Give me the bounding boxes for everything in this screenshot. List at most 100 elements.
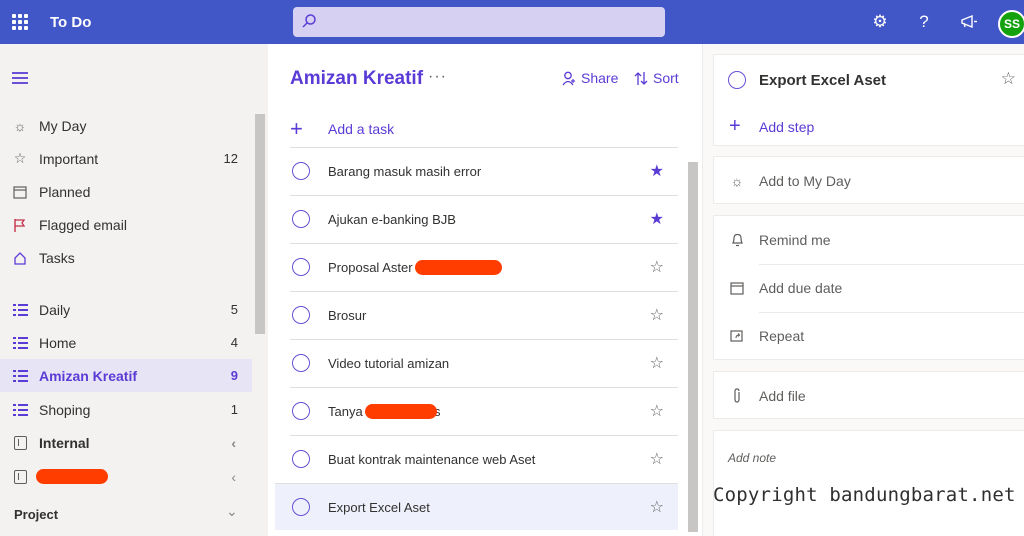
add-task-input[interactable]: + Add a task (290, 116, 394, 142)
repeat-button[interactable]: Repeat (714, 312, 1024, 360)
star-outline-icon[interactable]: ☆ (650, 305, 664, 325)
repeat-label: Repeat (759, 328, 805, 344)
help-icon[interactable]: ? (913, 11, 935, 33)
app-title[interactable]: To Do (50, 14, 91, 31)
remind-me-button[interactable]: Remind me (714, 216, 1024, 264)
sidebar-item-important[interactable]: ☆ Important 12 (0, 142, 252, 175)
add-file-button[interactable]: Add file (714, 372, 1024, 420)
avatar[interactable]: SS (998, 10, 1024, 38)
copyright-watermark: Copyright bandungbarat.net (713, 484, 1016, 506)
add-due-date-label: Add due date (759, 280, 843, 296)
redaction-mark (365, 404, 437, 419)
list-title[interactable]: Amizan Kreatif (290, 68, 423, 90)
sidebar-group-redacted[interactable]: ‹ (0, 460, 252, 493)
waffle-icon[interactable] (12, 14, 28, 30)
star-icon: ☆ (13, 150, 27, 166)
star-filled-icon[interactable]: ★ (650, 209, 664, 229)
task-row[interactable]: Tanya s ☆ (290, 387, 678, 434)
add-to-my-day-button[interactable]: ☼ Add to My Day (714, 157, 1024, 205)
sidebar-list-amizan-kreatif[interactable]: Amizan Kreatif 9 (0, 359, 252, 392)
redaction-mark (415, 260, 502, 275)
add-note-input[interactable]: Add note (728, 451, 776, 465)
complete-checkbox[interactable] (292, 354, 310, 372)
chevron-left-icon[interactable]: ‹ (231, 435, 236, 451)
add-due-date-button[interactable]: Add due date (714, 264, 1024, 312)
list-icon (12, 335, 28, 351)
star-filled-icon[interactable]: ★ (650, 161, 664, 181)
star-outline-icon[interactable]: ☆ (650, 449, 664, 469)
star-outline-icon[interactable]: ☆ (650, 401, 664, 421)
task-row[interactable]: Proposal Aster ☆ (290, 243, 678, 290)
item-count: 4 (230, 335, 238, 350)
task-row[interactable]: Buat kontrak maintenance web Aset ☆ (290, 435, 678, 482)
star-outline-icon[interactable]: ☆ (1001, 69, 1016, 89)
hamburger-menu-icon[interactable] (12, 72, 28, 87)
complete-checkbox[interactable] (292, 258, 310, 276)
add-to-my-day-label: Add to My Day (759, 173, 851, 189)
share-label: Share (581, 70, 619, 86)
complete-checkbox[interactable] (292, 162, 310, 180)
chevron-left-icon[interactable]: ‹ (231, 469, 236, 485)
sidebar-item-label: Amizan Kreatif (39, 367, 138, 384)
item-count: 1 (230, 402, 238, 417)
sidebar-item-my-day[interactable]: ☼ My Day (0, 109, 252, 142)
sidebar-item-planned[interactable]: Planned (0, 175, 252, 208)
sidebar-item-flagged-email[interactable]: Flagged email (0, 208, 252, 241)
sidebar-item-label: Shoping (39, 401, 91, 418)
list-icon (12, 302, 28, 318)
sidebar: ☼ My Day ☆ Important 12 Planned Flagged … (0, 44, 268, 536)
list-icon (12, 368, 28, 384)
sort-button[interactable]: Sort (634, 70, 679, 86)
task-row[interactable]: Video tutorial amizan ☆ (290, 339, 678, 386)
sidebar-list-home[interactable]: Home 4 (0, 326, 252, 359)
sidebar-item-label: Planned (39, 183, 91, 200)
sidebar-list-daily[interactable]: Daily 5 (0, 293, 252, 326)
sidebar-item-label: Home (39, 334, 77, 351)
sidebar-scrollbar[interactable] (255, 114, 265, 334)
task-title: Buat kontrak maintenance web Aset (328, 451, 536, 467)
note-card[interactable]: Add note (713, 430, 1024, 536)
plus-icon: + (729, 115, 741, 137)
task-title: Export Excel Aset (328, 499, 430, 515)
home-icon (12, 250, 28, 266)
complete-checkbox[interactable] (292, 498, 310, 516)
task-title: Video tutorial amizan (328, 355, 450, 371)
task-row[interactable]: Ajukan e-banking BJB ★ (290, 195, 678, 242)
flag-icon (12, 217, 28, 233)
detail-task-title[interactable]: Export Excel Aset (759, 72, 886, 89)
section-project[interactable]: Project (14, 507, 58, 522)
sun-icon: ☼ (730, 173, 744, 189)
complete-checkbox[interactable] (292, 402, 310, 420)
task-row-selected[interactable]: Export Excel Aset ☆ (275, 483, 678, 530)
sidebar-item-label: Important (39, 150, 99, 167)
complete-checkbox[interactable] (292, 306, 310, 324)
more-options-icon[interactable]: ··· (428, 68, 447, 86)
sidebar-item-label: Tasks (39, 249, 75, 266)
star-outline-icon[interactable]: ☆ (650, 353, 664, 373)
share-button[interactable]: Share (562, 70, 618, 86)
settings-icon[interactable]: ⚙ (869, 11, 891, 33)
complete-checkbox[interactable] (292, 450, 310, 468)
sidebar-list-shoping[interactable]: Shoping 1 (0, 393, 252, 426)
megaphone-icon[interactable] (958, 11, 980, 33)
add-step-button[interactable]: + Add step (729, 115, 814, 138)
task-row[interactable]: Barang masuk masih error ★ (290, 147, 678, 194)
sidebar-item-tasks[interactable]: Tasks (0, 241, 252, 274)
top-bar: To Do ⚙ ? SS (0, 0, 1024, 44)
search-icon (302, 14, 316, 28)
redaction-mark (36, 469, 108, 484)
task-row[interactable]: Brosur ☆ (290, 291, 678, 338)
item-count: 12 (223, 151, 238, 166)
chevron-down-icon[interactable]: ⌄ (226, 503, 252, 520)
sidebar-item-label: Flagged email (39, 216, 127, 233)
task-list-pane: Amizan Kreatif ··· Share Sort + Add a ta… (268, 44, 702, 536)
calendar-icon (729, 280, 745, 296)
task-list-scrollbar[interactable] (688, 162, 698, 532)
sidebar-group-internal[interactable]: Internal ‹ (0, 426, 252, 459)
search-input[interactable] (293, 7, 665, 37)
complete-checkbox[interactable] (728, 71, 746, 89)
complete-checkbox[interactable] (292, 210, 310, 228)
star-outline-icon[interactable]: ☆ (650, 497, 664, 517)
file-card: Add file (713, 371, 1024, 419)
star-outline-icon[interactable]: ☆ (650, 257, 664, 277)
